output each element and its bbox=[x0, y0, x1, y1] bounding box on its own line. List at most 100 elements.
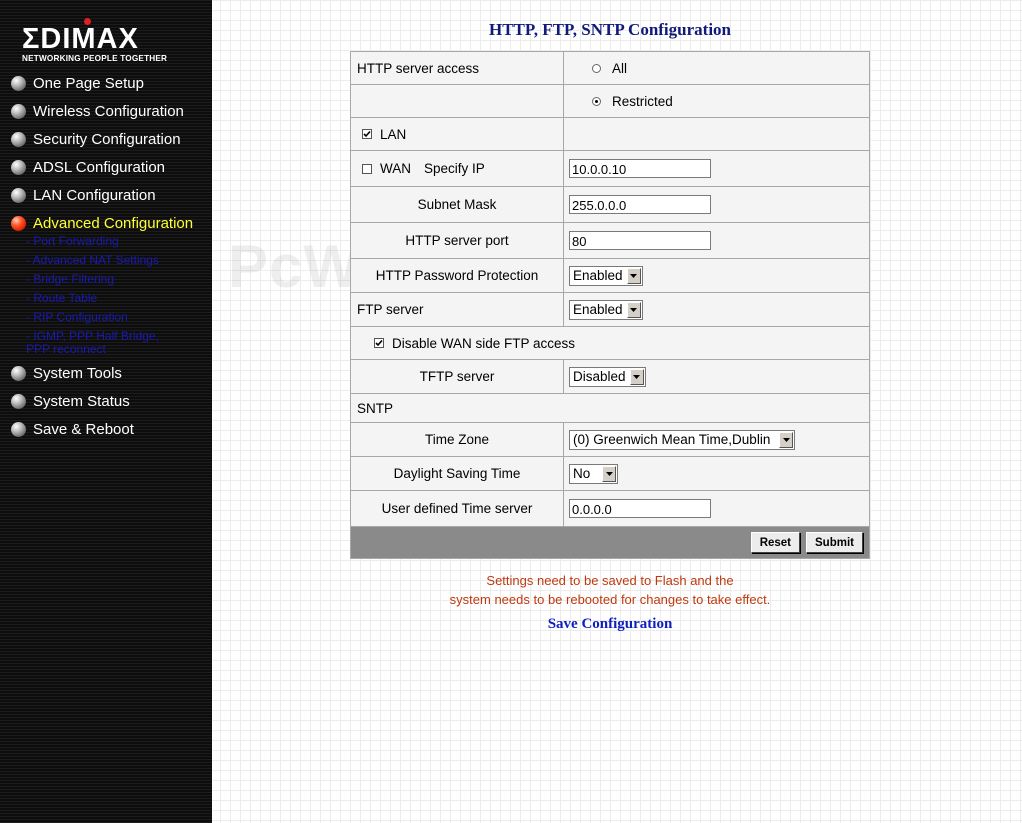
row-sntp: SNTP bbox=[351, 394, 869, 423]
sidebar-item-label: ADSL Configuration bbox=[33, 159, 166, 176]
row-lan: LAN bbox=[351, 118, 869, 151]
ftp-server-select[interactable]: Enabled bbox=[569, 299, 643, 320]
row-wan-specify-ip: WAN Specify IP 10.0.0.10 bbox=[351, 151, 869, 187]
edimax-logo: ΣDIMAX NETWORKING PEOPLE TOGETHER bbox=[22, 18, 182, 66]
radio-restricted[interactable] bbox=[592, 96, 601, 106]
sidebar-menu: One Page Setup Wireless Configuration Se… bbox=[0, 72, 212, 446]
specify-ip-input[interactable]: 10.0.0.10 bbox=[569, 159, 711, 178]
sublink-igmp-ppp[interactable]: - IGMP, PPP Half Bridge, PPP reconnect bbox=[0, 330, 166, 356]
reset-button[interactable]: Reset bbox=[750, 532, 801, 553]
wan-option[interactable]: WAN Specify IP bbox=[351, 151, 564, 186]
sntp-heading: SNTP bbox=[357, 400, 394, 416]
sidebar-item-system-status[interactable]: System Status bbox=[0, 390, 212, 418]
radio-restricted-option[interactable]: Restricted bbox=[564, 85, 869, 117]
timezone-select[interactable]: (0) Greenwich Mean Time,Dublin bbox=[569, 429, 795, 450]
sublink-advanced-nat-settings[interactable]: - Advanced NAT Settings bbox=[0, 254, 212, 273]
timezone-cell: (0) Greenwich Mean Time,Dublin bbox=[564, 423, 869, 456]
sidebar-item-label: Security Configuration bbox=[33, 131, 181, 148]
http-password-select[interactable]: Enabled bbox=[569, 265, 643, 286]
tftp-value: Disabled bbox=[573, 369, 626, 384]
logo-tagline: NETWORKING PEOPLE TOGETHER bbox=[22, 54, 168, 63]
logo-wordmark: ΣDIMAX bbox=[22, 23, 139, 55]
sidebar: ΣDIMAX NETWORKING PEOPLE TOGETHER One Pa… bbox=[0, 0, 212, 823]
dst-select[interactable]: No bbox=[569, 463, 619, 484]
chevron-down-icon[interactable] bbox=[626, 267, 641, 284]
lan-label: LAN bbox=[380, 126, 407, 142]
sphere-bullet-icon bbox=[11, 76, 26, 91]
sidebar-item-label: Wireless Configuration bbox=[33, 103, 184, 120]
dst-value: No bbox=[573, 466, 591, 481]
sidebar-item-label: LAN Configuration bbox=[33, 187, 156, 204]
sidebar-item-save-reboot[interactable]: Save & Reboot bbox=[0, 418, 212, 446]
sidebar-item-security-configuration[interactable]: Security Configuration bbox=[0, 128, 212, 156]
row-http-password: HTTP Password Protection Enabled bbox=[351, 259, 869, 293]
time-server-input[interactable]: 0.0.0.0 bbox=[569, 499, 711, 518]
save-notice-line1: Settings need to be saved to Flash and t… bbox=[486, 573, 734, 588]
http-password-value: Enabled bbox=[573, 268, 623, 283]
dst-label: Daylight Saving Time bbox=[351, 457, 564, 490]
sublink-port-forwarding[interactable]: - Port Forwarding bbox=[0, 235, 212, 254]
sphere-bullet-icon bbox=[11, 422, 26, 437]
sidebar-item-label: System Tools bbox=[33, 365, 122, 382]
http-port-label: HTTP server port bbox=[351, 223, 564, 258]
save-notice-line2: system needs to be rebooted for changes … bbox=[449, 592, 771, 607]
subnet-mask-label: Subnet Mask bbox=[351, 187, 564, 222]
sidebar-item-wireless-configuration[interactable]: Wireless Configuration bbox=[0, 100, 212, 128]
sublink-route-table[interactable]: - Route Table bbox=[0, 292, 212, 311]
row-tftp: TFTP server Disabled bbox=[351, 360, 869, 394]
wan-label: WAN bbox=[380, 161, 411, 176]
dst-cell: No bbox=[564, 457, 869, 490]
sidebar-item-adsl-configuration[interactable]: ADSL Configuration bbox=[0, 156, 212, 184]
sphere-bullet-icon bbox=[11, 188, 26, 203]
row-time-server: User defined Time server 0.0.0.0 bbox=[351, 491, 869, 527]
timezone-value: (0) Greenwich Mean Time,Dublin bbox=[573, 432, 771, 447]
config-form: HTTP server access All Restricted LAN WA… bbox=[350, 51, 870, 559]
sublink-bridge-filtering[interactable]: - Bridge Filtering bbox=[0, 273, 212, 292]
subnet-mask-input[interactable]: 255.0.0.0 bbox=[569, 195, 711, 214]
chevron-down-icon[interactable] bbox=[779, 431, 793, 448]
lan-checkbox[interactable] bbox=[362, 129, 372, 139]
tftp-select[interactable]: Disabled bbox=[569, 366, 646, 387]
tftp-label: TFTP server bbox=[351, 360, 564, 393]
save-configuration-link[interactable]: Save Configuration bbox=[350, 616, 870, 633]
specify-ip-label: Specify IP bbox=[424, 161, 485, 176]
disable-wan-ftp-label: Disable WAN side FTP access bbox=[392, 335, 576, 351]
http-port-cell: 80 bbox=[564, 223, 869, 258]
check-icon bbox=[363, 130, 371, 138]
http-access-label: HTTP server access bbox=[351, 52, 564, 84]
button-bar: Reset Submit bbox=[351, 527, 869, 558]
sidebar-item-label: Save & Reboot bbox=[33, 421, 134, 438]
time-server-cell: 0.0.0.0 bbox=[564, 491, 869, 526]
chevron-down-icon[interactable] bbox=[629, 368, 644, 385]
sidebar-item-lan-configuration[interactable]: LAN Configuration bbox=[0, 184, 212, 212]
chevron-down-icon[interactable] bbox=[602, 465, 617, 482]
sidebar-item-system-tools[interactable]: System Tools bbox=[0, 362, 212, 390]
sublink-rip-configuration[interactable]: - RIP Configuration bbox=[0, 311, 212, 330]
sphere-bullet-icon bbox=[11, 132, 26, 147]
sidebar-item-label: System Status bbox=[33, 393, 130, 410]
row-dst: Daylight Saving Time No bbox=[351, 457, 869, 491]
sidebar-item-one-page-setup[interactable]: One Page Setup bbox=[0, 72, 212, 100]
chevron-down-icon[interactable] bbox=[626, 301, 641, 318]
disable-wan-ftp-checkbox[interactable] bbox=[374, 338, 384, 348]
wan-checkbox[interactable] bbox=[362, 163, 372, 174]
row-http-access-restricted: Restricted bbox=[351, 85, 869, 118]
row-disable-wan-ftp: Disable WAN side FTP access bbox=[351, 327, 869, 360]
disable-wan-ftp-option[interactable]: Disable WAN side FTP access bbox=[351, 327, 869, 359]
sphere-bullet-icon bbox=[11, 394, 26, 409]
ftp-server-label: FTP server bbox=[351, 293, 564, 326]
http-password-label: HTTP Password Protection bbox=[351, 259, 564, 292]
red-sphere-bullet-icon bbox=[11, 216, 26, 231]
http-port-input[interactable]: 80 bbox=[569, 231, 711, 250]
timezone-label: Time Zone bbox=[351, 423, 564, 456]
submit-button[interactable]: Submit bbox=[806, 532, 863, 553]
radio-all-option[interactable]: All bbox=[564, 52, 869, 84]
row-http-port: HTTP server port 80 bbox=[351, 223, 869, 259]
row-ftp-server: FTP server Enabled bbox=[351, 293, 869, 327]
sphere-bullet-icon bbox=[11, 160, 26, 175]
radio-all[interactable] bbox=[592, 63, 601, 73]
ftp-server-value: Enabled bbox=[573, 302, 623, 317]
lan-option[interactable]: LAN bbox=[351, 118, 564, 150]
sidebar-item-label: Advanced Configuration bbox=[33, 215, 194, 232]
time-server-label: User defined Time server bbox=[351, 491, 564, 526]
